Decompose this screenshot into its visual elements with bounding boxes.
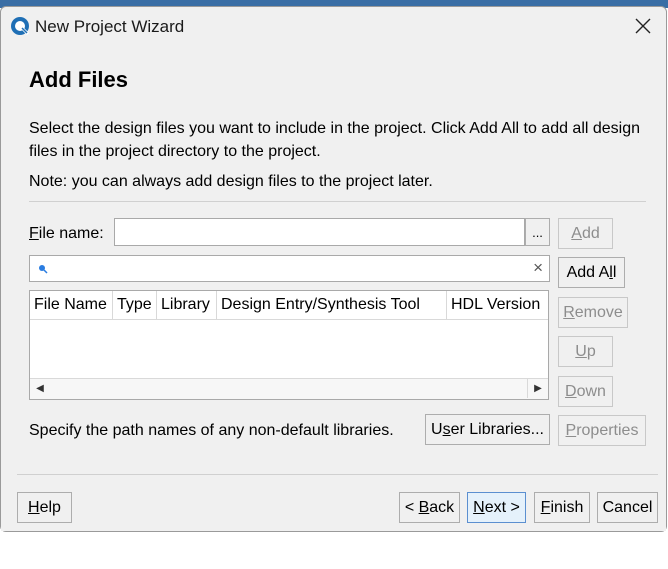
files-table: File Name Type Library Design Entry/Synt… xyxy=(29,290,549,400)
column-header-file-name[interactable]: File Name xyxy=(30,291,113,319)
filter-input[interactable]: × xyxy=(29,255,550,282)
user-libraries-button[interactable]: Us er Libraries... xyxy=(425,414,550,445)
quartus-app-icon xyxy=(10,16,30,36)
column-header-hdl-version[interactable]: HDL Version xyxy=(447,291,548,319)
clear-filter-icon[interactable]: × xyxy=(533,258,543,278)
dialog-content: Add Files Select the design files you wa… xyxy=(1,45,666,531)
file-name-input[interactable] xyxy=(114,218,525,246)
back-button[interactable]: < Back xyxy=(399,492,460,523)
divider xyxy=(29,201,646,202)
page-description: Select the design files you want to incl… xyxy=(29,120,641,160)
column-header-type[interactable]: Type xyxy=(113,291,157,319)
next-button[interactable]: Next > xyxy=(467,492,526,523)
close-button[interactable] xyxy=(620,7,666,45)
footer-divider xyxy=(17,474,658,475)
horizontal-scrollbar[interactable]: ◀ ▶ xyxy=(30,378,548,399)
scrollbar-divider xyxy=(527,379,528,398)
title-bar: New Project Wizard xyxy=(1,7,666,45)
libraries-hint: Specify the path names of any non-defaul… xyxy=(29,422,394,439)
cancel-button[interactable]: Cancel xyxy=(597,492,658,523)
add-all-button[interactable]: Add All xyxy=(558,257,625,288)
scroll-right-icon[interactable]: ▶ xyxy=(529,379,547,398)
column-header-design-entry-tool[interactable]: Design Entry/Synthesis Tool xyxy=(217,291,447,319)
remove-button[interactable]: Remove xyxy=(558,297,628,328)
down-button[interactable]: Down xyxy=(558,376,613,407)
window-title: New Project Wizard xyxy=(35,17,185,36)
browse-button[interactable]: ... xyxy=(525,218,550,246)
close-icon xyxy=(635,18,651,34)
help-button[interactable]: Help xyxy=(17,492,72,523)
finish-button[interactable]: Finish xyxy=(534,492,590,523)
scroll-left-icon[interactable]: ◀ xyxy=(31,379,49,398)
search-icon xyxy=(39,265,48,274)
properties-button[interactable]: Properties xyxy=(558,415,646,446)
page-title: Add Files xyxy=(29,67,129,92)
column-header-library[interactable]: Library xyxy=(157,291,217,319)
file-name-label: File name: xyxy=(29,225,104,242)
add-button[interactable]: Add xyxy=(558,218,613,249)
table-header: File Name Type Library Design Entry/Synt… xyxy=(30,291,548,320)
up-button[interactable]: Up xyxy=(558,336,613,367)
page-note: Note: you can always add design files to… xyxy=(29,173,433,190)
wizard-dialog: New Project Wizard Add Files Select the … xyxy=(0,6,667,532)
